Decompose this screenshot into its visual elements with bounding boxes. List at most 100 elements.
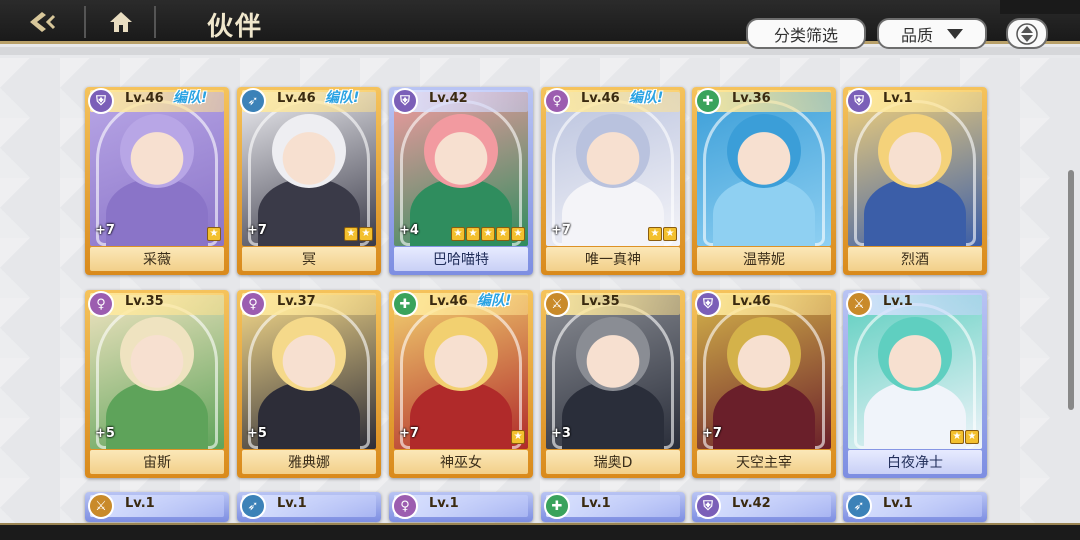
star-icon: ★ [648,227,662,241]
character-body [106,178,208,246]
category-filter-button[interactable]: 分类筛选 [746,18,866,49]
back-button[interactable] [12,4,74,40]
star-icon: ★ [466,227,480,241]
cross-icon: ✚ [695,88,721,114]
partner-card[interactable]: ♀ Lv.37 +5 雅典娜 [237,290,381,478]
character-body [410,381,512,449]
star-rating: ★ ★ [950,430,979,444]
character-face [576,317,650,391]
partner-name: 宙斯 [90,450,224,474]
partner-card[interactable]: ⚔ Lv.1 [85,492,229,522]
character-face [878,114,952,188]
enhance-level: +5 [247,426,267,441]
partner-name: 雅典娜 [242,450,376,474]
partner-name: 唯一真神 [546,247,680,271]
level-label: Lv.46 [277,91,316,106]
team-badge: 编队! [477,293,512,309]
partner-name: 白夜净士 [848,450,982,474]
partner-card[interactable]: ⚔ Lv.35 +3 瑞奥D [541,290,685,478]
character-face [272,114,346,188]
character-body [258,381,360,449]
enhance-level: +7 [702,426,722,441]
partner-card[interactable]: ⛨ Lv.1 烈酒 [843,87,987,275]
bow-icon: ➶ [846,493,872,519]
partner-name: 神巫女 [394,450,528,474]
partner-card[interactable]: ⛨ Lv.46 编队! +7 ★ 采薇 [85,87,229,275]
sort-quality-label: 品质 [900,25,933,45]
bottom-bar [0,523,1080,540]
character-face [120,317,194,391]
team-badge: 编队! [325,90,360,106]
team-badge: 编队! [173,90,208,106]
level-label: Lv.42 [429,91,468,106]
level-label: Lv.46 [429,294,468,309]
partner-card[interactable]: ➶ Lv.46 编队! +7 ★ ★ 冥 [237,87,381,275]
character-face [424,317,498,391]
home-button[interactable] [92,4,150,40]
partner-card[interactable]: ➶ Lv.1 [237,492,381,522]
partner-name: 冥 [242,247,376,271]
shield-icon: ⛨ [695,493,721,519]
partner-card[interactable]: ♀ Lv.1 [389,492,533,522]
sort-up-down-icon [1016,22,1038,45]
level-label: Lv.42 [732,496,771,511]
star-rating: ★ ★ ★ ★ ★ [451,227,525,241]
partner-card[interactable]: ♀ Lv.46 编队! +7 ★ ★ 唯一真神 [541,87,685,275]
level-label: Lv.1 [581,496,611,511]
partner-card[interactable]: ✚ Lv.46 编队! +7 ★ 神巫女 [389,290,533,478]
enhance-level: +7 [95,223,115,238]
character-face [727,317,801,391]
partner-name: 温蒂妮 [697,247,831,271]
character-face [727,114,801,188]
shield-icon: ⛨ [392,88,418,114]
header-decoration [1000,0,1080,14]
star-icon: ★ [950,430,964,444]
level-label: Lv.46 [732,294,771,309]
divider [84,6,86,38]
female-icon: ♀ [544,88,570,114]
partner-card[interactable]: ✚ Lv.36 温蒂妮 [692,87,836,275]
home-icon [110,12,132,32]
enhance-level: +4 [399,223,419,238]
partner-name: 瑞奥D [546,450,680,474]
level-label: Lv.35 [581,294,620,309]
character-portrait [848,92,982,246]
scrollbar[interactable] [1068,170,1074,410]
star-icon: ★ [207,227,221,241]
character-face [272,317,346,391]
partner-card[interactable]: ⛨ Lv.46 +7 天空主宰 [692,290,836,478]
level-label: Lv.1 [883,294,913,309]
partner-card[interactable]: ➶ Lv.1 [843,492,987,522]
level-label: Lv.46 [125,91,164,106]
character-portrait [848,295,982,449]
partner-card[interactable]: ⛨ Lv.42 [692,492,836,522]
partner-card[interactable]: ♀ Lv.35 +5 宙斯 [85,290,229,478]
level-label: Lv.1 [429,496,459,511]
character-face [878,317,952,391]
page-title: 伙伴 [207,12,264,42]
cross-icon: ✚ [392,291,418,317]
cross-icon: ✚ [544,493,570,519]
star-icon: ★ [359,227,373,241]
star-icon: ★ [965,430,979,444]
sort-quality-dropdown[interactable]: 品质 [877,18,987,49]
sort-order-toggle[interactable] [1006,18,1048,49]
level-label: Lv.46 [581,91,620,106]
sword-icon: ⚔ [88,493,114,519]
character-portrait [697,92,831,246]
partner-card[interactable]: ✚ Lv.1 [541,492,685,522]
character-body [864,178,966,246]
sword-icon: ⚔ [544,291,570,317]
partner-card[interactable]: ⚔ Lv.1 ★ ★ 白夜净士 [843,290,987,478]
level-label: Lv.1 [125,496,155,511]
star-icon: ★ [344,227,358,241]
partner-name: 天空主宰 [697,450,831,474]
level-label: Lv.1 [883,496,913,511]
level-label: Lv.36 [732,91,771,106]
sword-icon: ⚔ [846,291,872,317]
partner-name: 采薇 [90,247,224,271]
level-label: Lv.1 [883,91,913,106]
character-face [424,114,498,188]
partner-card[interactable]: ⛨ Lv.42 +4 ★ ★ ★ ★ ★ 巴哈喵特 [389,87,533,275]
shield-icon: ⛨ [695,291,721,317]
